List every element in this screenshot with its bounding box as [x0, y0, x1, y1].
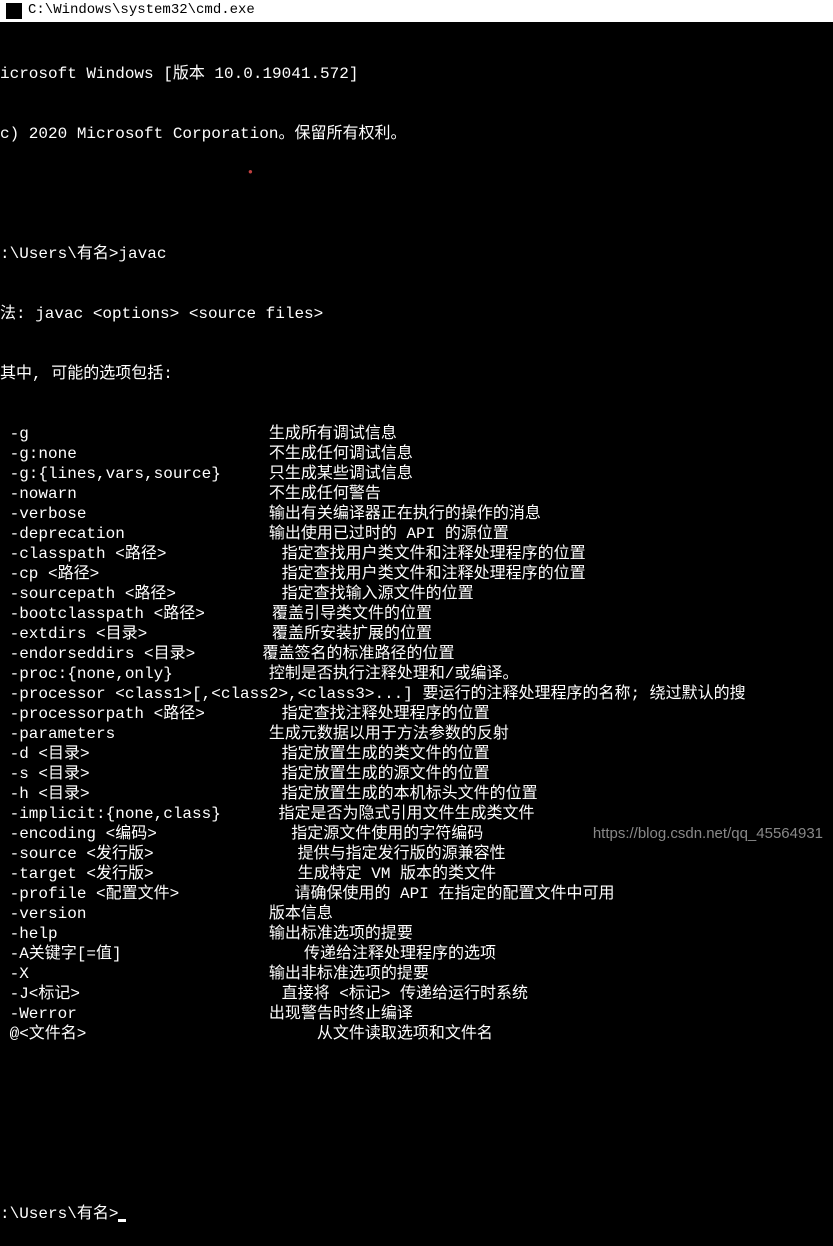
option-line: -extdirs <目录> 覆盖所安装扩展的位置: [0, 624, 833, 644]
option-line: -target <发行版> 生成特定 VM 版本的类文件: [0, 864, 833, 884]
option-line: -h <目录> 指定放置生成的本机标头文件的位置: [0, 784, 833, 804]
cursor: [118, 1219, 126, 1222]
option-line: -source <发行版> 提供与指定发行版的源兼容性: [0, 844, 833, 864]
option-line: -s <目录> 指定放置生成的源文件的位置: [0, 764, 833, 784]
option-line: -proc:{none,only} 控制是否执行注释处理和/或编译。: [0, 664, 833, 684]
option-line: -parameters 生成元数据以用于方法参数的反射: [0, 724, 833, 744]
option-line: -classpath <路径> 指定查找用户类文件和注释处理程序的位置: [0, 544, 833, 564]
copyright-line: c) 2020 Microsoft Corporation。保留所有权利。: [0, 124, 833, 144]
option-line: -profile <配置文件> 请确保使用的 API 在指定的配置文件中可用: [0, 884, 833, 904]
option-line: -version 版本信息: [0, 904, 833, 924]
red-dot-marker: ●: [248, 168, 253, 178]
option-line: -J<标记> 直接将 <标记> 传递给运行时系统: [0, 984, 833, 1004]
option-line: -processorpath <路径> 指定查找注释处理程序的位置: [0, 704, 833, 724]
option-line: -verbose 输出有关编译器正在执行的操作的消息: [0, 504, 833, 524]
option-line: -help 输出标准选项的提要: [0, 924, 833, 944]
terminal-output[interactable]: icrosoft Windows [版本 10.0.19041.572] c) …: [0, 22, 833, 1246]
option-line: -g:{lines,vars,source} 只生成某些调试信息: [0, 464, 833, 484]
prompt-line[interactable]: :\Users\有名>: [0, 1204, 833, 1224]
option-line: -nowarn 不生成任何警告: [0, 484, 833, 504]
blank-line: [0, 184, 833, 204]
option-line: -bootclasspath <路径> 覆盖引导类文件的位置: [0, 604, 833, 624]
blank-line: [0, 1144, 833, 1164]
window-title-bar: C:\Windows\system32\cmd.exe: [0, 0, 833, 22]
cmd-icon: [6, 3, 22, 19]
options-intro-line: 其中, 可能的选项包括:: [0, 364, 833, 384]
prompt-line: :\Users\有名>javac: [0, 244, 833, 264]
option-line: -g 生成所有调试信息: [0, 424, 833, 444]
version-line: icrosoft Windows [版本 10.0.19041.572]: [0, 64, 833, 84]
option-line: -implicit:{none,class} 指定是否为隐式引用文件生成类文件: [0, 804, 833, 824]
option-line: -sourcepath <路径> 指定查找输入源文件的位置: [0, 584, 833, 604]
option-line: -endorseddirs <目录> 覆盖签名的标准路径的位置: [0, 644, 833, 664]
option-line: -d <目录> 指定放置生成的类文件的位置: [0, 744, 833, 764]
option-line: -processor <class1>[,<class2>,<class3>..…: [0, 684, 833, 704]
option-line: -cp <路径> 指定查找用户类文件和注释处理程序的位置: [0, 564, 833, 584]
option-line: @<文件名> 从文件读取选项和文件名: [0, 1024, 833, 1044]
option-line: -X 输出非标准选项的提要: [0, 964, 833, 984]
option-line: -g:none 不生成任何调试信息: [0, 444, 833, 464]
option-line: -Werror 出现警告时终止编译: [0, 1004, 833, 1024]
usage-line: 法: javac <options> <source files>: [0, 304, 833, 324]
option-line: -A关键字[=值] 传递给注释处理程序的选项: [0, 944, 833, 964]
blank-line: [0, 1084, 833, 1104]
window-title: C:\Windows\system32\cmd.exe: [28, 2, 255, 20]
option-line: -deprecation 输出使用已过时的 API 的源位置: [0, 524, 833, 544]
watermark: https://blog.csdn.net/qq_45564931: [593, 825, 823, 844]
